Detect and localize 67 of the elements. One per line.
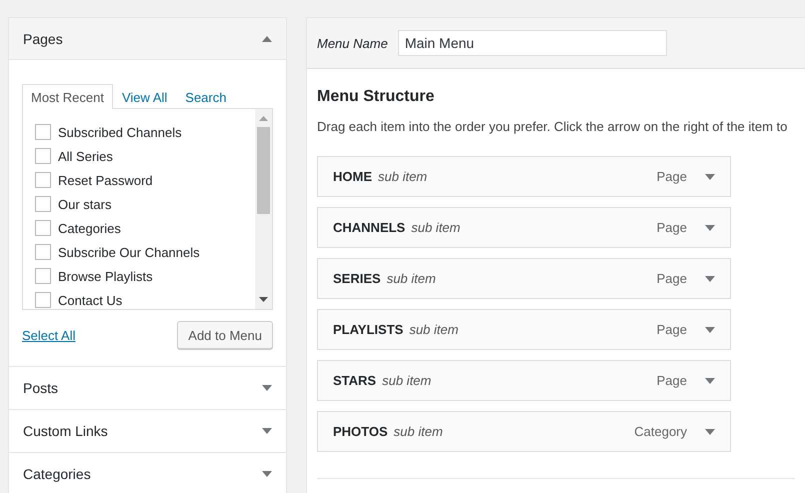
checkbox-label[interactable]: Reset Password <box>58 172 153 188</box>
menu-item-type: Category <box>634 424 687 439</box>
checkbox-label[interactable]: All Series <box>58 148 113 164</box>
checkbox-label[interactable]: Browse Playlists <box>58 268 153 284</box>
checkbox[interactable] <box>35 196 51 212</box>
menu-item[interactable]: PLAYLISTS sub item Page <box>317 309 731 350</box>
accordion-header[interactable]: Pages <box>9 18 286 60</box>
select-all-link[interactable]: Select All <box>22 328 76 342</box>
menu-item[interactable]: STARS sub item Page <box>317 360 731 401</box>
menu-item-title: HOME <box>333 169 372 184</box>
scrollbar[interactable] <box>255 109 272 309</box>
section-heading: Menu Structure <box>317 88 436 106</box>
checkbox-label[interactable]: Categories <box>58 220 121 236</box>
section-title: Categories <box>23 466 91 482</box>
menu-item-subtitle: sub item <box>394 424 443 439</box>
checkbox-label[interactable]: Our stars <box>58 196 112 212</box>
checkbox[interactable] <box>35 124 51 140</box>
add-to-menu-button[interactable]: Add to Menu <box>177 321 273 349</box>
tab[interactable]: Search <box>176 84 236 109</box>
menu-item-title: PHOTOS <box>333 424 388 439</box>
menu-item-subtitle: sub item <box>386 271 436 286</box>
menu-item[interactable]: PHOTOS sub item Category <box>317 411 731 452</box>
menu-item-type: Page <box>656 169 687 184</box>
menu-item-type: Page <box>656 322 687 337</box>
collapse-arrow-icon[interactable] <box>262 36 272 42</box>
section-title: Pages <box>23 30 63 46</box>
checkbox[interactable] <box>35 220 51 236</box>
checkbox[interactable] <box>35 148 51 164</box>
menu-item-title: PLAYLISTS <box>333 322 404 337</box>
menu-item-subtitle: sub item <box>409 322 458 337</box>
expand-arrow-icon[interactable] <box>705 224 715 230</box>
menu-item[interactable]: HOME sub item Page <box>317 156 731 197</box>
expand-arrow-icon[interactable] <box>705 174 715 180</box>
menu-name-input[interactable]: Main Menu <box>398 30 667 56</box>
section-title: Custom Links <box>23 423 108 439</box>
menu-item-title: SERIES <box>333 271 381 286</box>
instructions-text: Drag each item into the order you prefer. Click the arrow on the right of the item to <box>317 119 788 134</box>
expand-arrow-icon[interactable] <box>705 428 715 434</box>
checkbox[interactable] <box>35 172 51 188</box>
checkbox-label[interactable]: Contact Us <box>58 292 122 308</box>
checkbox-label[interactable]: Subscribed Channels <box>58 124 182 140</box>
tab[interactable]: View All <box>112 84 176 109</box>
menu-item[interactable]: CHANNELS sub item Page <box>317 207 731 248</box>
section-title: Posts <box>23 380 58 396</box>
expand-arrow-icon[interactable] <box>705 276 715 282</box>
scroll-down-icon[interactable] <box>259 297 268 302</box>
expand-arrow-icon[interactable] <box>262 428 272 434</box>
expand-arrow-icon[interactable] <box>262 471 272 477</box>
menu-item-subtitle: sub item <box>378 169 428 184</box>
menu-item-title: CHANNELS <box>333 220 406 235</box>
checkbox[interactable] <box>35 292 51 308</box>
menu-item-type: Page <box>656 271 687 286</box>
expand-arrow-icon[interactable] <box>705 378 715 384</box>
expand-arrow-icon[interactable] <box>262 385 272 391</box>
tab[interactable]: Most Recent <box>22 84 113 109</box>
field-label: Menu Name <box>317 36 388 50</box>
expand-arrow-icon[interactable] <box>705 326 715 332</box>
menu-item-title: STARS <box>333 373 376 388</box>
menu-item-subtitle: sub item <box>382 373 432 388</box>
menu-item[interactable]: SERIES sub item Page <box>317 258 731 299</box>
checkbox-label[interactable]: Subscribe Our Channels <box>58 244 200 260</box>
scroll-up-icon[interactable] <box>259 116 268 121</box>
checkbox[interactable] <box>35 268 51 284</box>
menu-item-type: Page <box>656 373 687 388</box>
menu-item-type: Page <box>656 220 687 235</box>
menu-item-subtitle: sub item <box>411 220 460 235</box>
checkbox[interactable] <box>35 244 51 260</box>
